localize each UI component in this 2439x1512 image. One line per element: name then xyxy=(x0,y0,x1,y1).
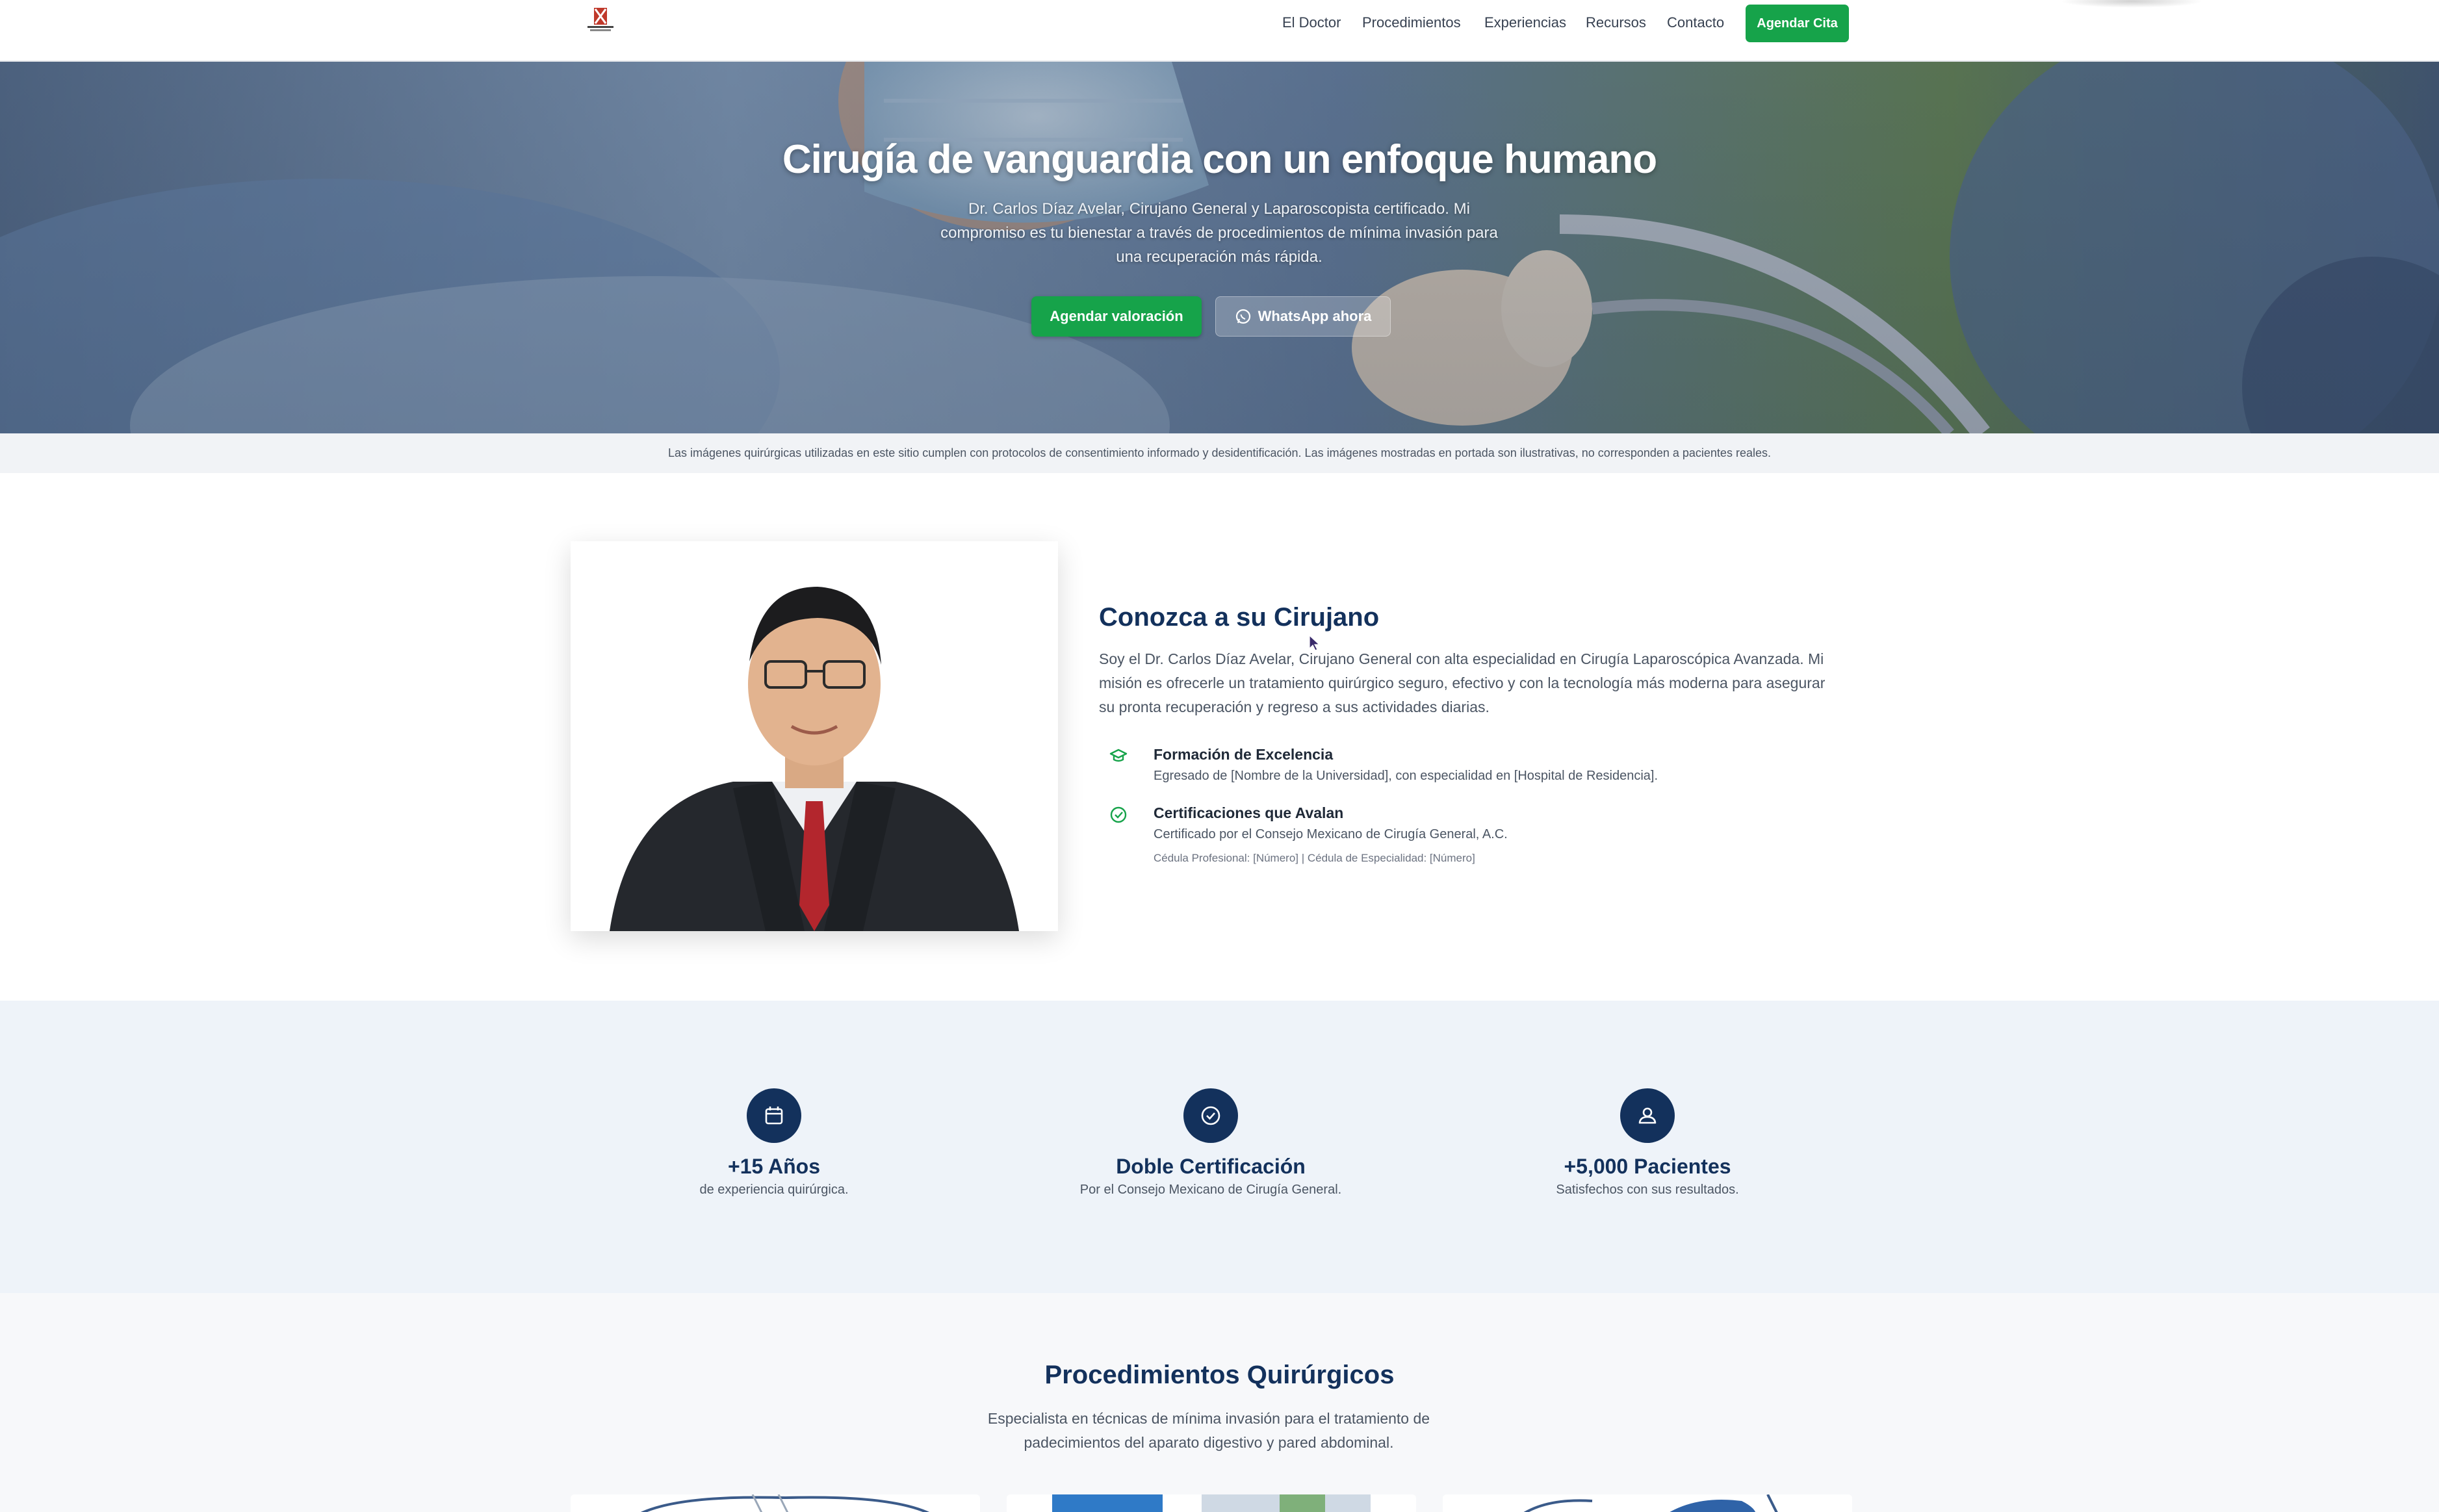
hero-section: Cirugía de vanguardia con un enfoque hum… xyxy=(0,62,2439,433)
procedures-subtitle: Especialista en técnicas de mínima invas… xyxy=(987,1410,1430,1451)
mouse-cursor-icon xyxy=(1309,634,1320,651)
stat-value: +15 Años xyxy=(728,1155,820,1178)
check-circle-icon xyxy=(1201,1106,1220,1125)
feature-title: Certificaciones que Avalan xyxy=(1154,804,1344,821)
clinic-logo[interactable] xyxy=(582,6,619,34)
feature-title: Formación de Excelencia xyxy=(1154,746,1334,763)
stat-label: Satisfechos con sus resultados. xyxy=(1556,1183,1739,1197)
procedure-card[interactable] xyxy=(571,1494,980,1512)
about-title: Conozca a su Cirujano xyxy=(1099,603,1380,632)
procedure-image xyxy=(1443,1494,1852,1512)
stat-value: Doble Certificación xyxy=(1116,1155,1306,1178)
stat-label: de experiencia quirúrgica. xyxy=(699,1183,849,1197)
image-disclaimer: Las imágenes quirúrgicas utilizadas en e… xyxy=(0,433,2439,473)
nav-link-el-doctor[interactable]: El Doctor xyxy=(1282,14,1341,31)
cedula-note: Cédula Profesional: [Número] | Cédula de… xyxy=(1154,852,1475,864)
calendar-icon xyxy=(765,1107,783,1125)
agendar-valoracion-button[interactable]: Agendar valoración xyxy=(1031,296,1202,337)
feature-desc: Certificado por el Consejo Mexicano de C… xyxy=(1154,827,1508,841)
stat-patients: +5,000 Pacientes Satisfechos con sus res… xyxy=(1452,1088,1842,1198)
nav-link-experiencias[interactable]: Experiencias xyxy=(1484,14,1566,31)
about-text: Soy el Dr. Carlos Díaz Avelar, Cirujano … xyxy=(1099,650,1826,715)
feature-desc: Egresado de [Nombre de la Universidad], … xyxy=(1154,769,1658,783)
nav-link-contacto[interactable]: Contacto xyxy=(1667,14,1724,31)
user-icon xyxy=(1638,1107,1657,1124)
agendar-cita-button[interactable]: Agendar Cita xyxy=(1746,5,1849,42)
stat-value: +5,000 Pacientes xyxy=(1564,1155,1731,1178)
nav-link-procedimientos[interactable]: Procedimientos xyxy=(1362,14,1461,31)
nav-link-recursos[interactable]: Recursos xyxy=(1586,14,1646,31)
whatsapp-icon xyxy=(1235,309,1250,324)
whatsapp-button-label: WhatsApp ahora xyxy=(1258,308,1372,324)
stat-icon-circle xyxy=(1620,1088,1675,1143)
stat-certification: Doble Certificación Por el Consejo Mexic… xyxy=(1016,1088,1406,1198)
stats-section: +15 Años de experiencia quirúrgica. Dobl… xyxy=(0,1001,2439,1293)
top-navbar: El Doctor Procedimientos Experiencias Re… xyxy=(0,0,2439,62)
check-circle-icon xyxy=(1110,806,1127,823)
stat-icon-circle xyxy=(747,1088,801,1143)
stat-icon-circle xyxy=(1183,1088,1238,1143)
procedure-image xyxy=(571,1494,980,1512)
hero-subtitle: Dr. Carlos Díaz Avelar, Cirujano General… xyxy=(940,200,1498,266)
procedures-title: Procedimientos Quirúrgicos xyxy=(1044,1361,1395,1389)
hero-title: Cirugía de vanguardia con un enfoque hum… xyxy=(782,137,1657,182)
stat-label: Por el Consejo Mexicano de Cirugía Gener… xyxy=(1079,1183,1342,1197)
doctor-photo xyxy=(571,541,1058,931)
procedure-image xyxy=(1007,1494,1416,1512)
procedures-section: Procedimientos Quirúrgicos Especialista … xyxy=(0,1293,2439,1512)
graduation-cap-icon xyxy=(1109,749,1128,762)
procedure-card[interactable] xyxy=(1007,1494,1416,1512)
stat-experience: +15 Años de experiencia quirúrgica. xyxy=(579,1088,969,1198)
whatsapp-button[interactable]: WhatsApp ahora xyxy=(1215,296,1391,337)
procedure-card[interactable] xyxy=(1443,1494,1852,1512)
about-section: Conozca a su Cirujano Soy el Dr. Carlos … xyxy=(0,473,2439,1001)
decorative-shadow xyxy=(2060,0,2203,8)
